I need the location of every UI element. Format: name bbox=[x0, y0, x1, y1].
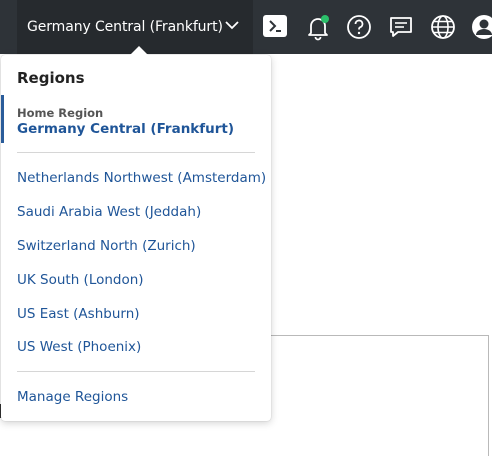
region-item-jeddah[interactable]: Saudi Arabia West (Jeddah) bbox=[17, 204, 201, 220]
region-item-ashburn[interactable]: US East (Ashburn) bbox=[17, 306, 140, 322]
globe-icon[interactable] bbox=[429, 13, 457, 41]
region-selector-label: Germany Central (Frankfurt) bbox=[27, 19, 223, 35]
selected-indicator bbox=[1, 95, 4, 143]
chevron-down-icon bbox=[225, 21, 239, 30]
manage-regions-link[interactable]: Manage Regions bbox=[17, 389, 128, 405]
user-icon[interactable] bbox=[470, 13, 492, 41]
region-item-london[interactable]: UK South (London) bbox=[17, 272, 144, 288]
divider bbox=[17, 371, 255, 372]
region-item-phoenix[interactable]: US West (Phoenix) bbox=[17, 339, 141, 355]
home-region-item[interactable]: Home Region Germany Central (Frankfurt) bbox=[1, 95, 271, 143]
bell-icon[interactable] bbox=[304, 13, 332, 41]
region-item-amsterdam[interactable]: Netherlands Northwest (Amsterdam) bbox=[17, 170, 266, 186]
region-item-zurich[interactable]: Switzerland North (Zurich) bbox=[17, 238, 196, 254]
top-navigation-bar: Germany Central (Frankfurt) bbox=[0, 0, 492, 54]
home-region-name: Germany Central (Frankfurt) bbox=[17, 121, 235, 137]
notification-dot bbox=[321, 15, 329, 23]
help-icon[interactable] bbox=[345, 13, 373, 41]
dropdown-caret bbox=[130, 46, 148, 55]
regions-dropdown: Regions Home Region Germany Central (Fra… bbox=[1, 46, 271, 421]
background-panel bbox=[266, 335, 489, 456]
cloud-shell-icon[interactable] bbox=[262, 13, 290, 41]
dropdown-title: Regions bbox=[17, 69, 85, 87]
chat-icon[interactable] bbox=[387, 13, 415, 41]
divider bbox=[17, 152, 255, 153]
home-region-label: Home Region bbox=[17, 106, 104, 120]
